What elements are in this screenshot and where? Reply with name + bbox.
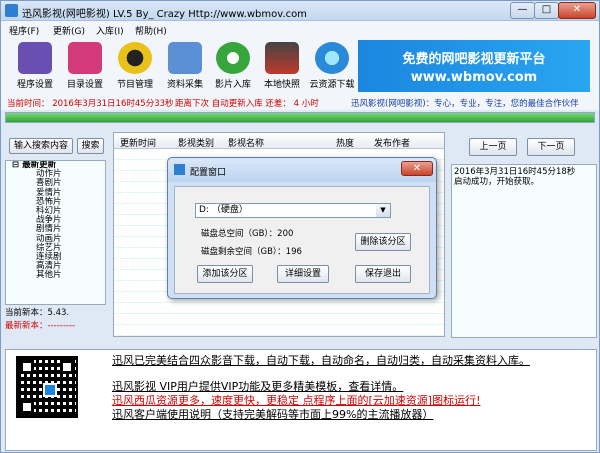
promo-banner[interactable]: 免费的网吧影视更新平台 www.wbmov.com: [358, 40, 590, 92]
config-dialog: 配置窗口 ✕ D: （硬盘） ▼ 磁盘总空间（GB）：200 磁盘剩余空间（GB…: [167, 157, 437, 299]
cloud-download-button[interactable]: 云资源下载: [305, 40, 359, 92]
program-settings-icon: [18, 42, 52, 74]
chevron-down-icon[interactable]: ▼: [376, 204, 390, 217]
program-settings-button[interactable]: 程序设置: [9, 40, 61, 92]
local-snapshot-icon: [265, 42, 299, 74]
minimize-button[interactable]: —: [510, 2, 535, 19]
search-button[interactable]: 搜索: [77, 138, 104, 154]
add-partition-button[interactable]: 添加该分区: [197, 265, 253, 283]
maximize-button[interactable]: □: [534, 2, 559, 19]
dialog-close-button[interactable]: ✕: [401, 161, 433, 176]
current-time: 当前时间： 2016年3月31日16时45分33秒: [7, 99, 174, 109]
disk-total-label: 磁盘总空间（GB）：200: [201, 229, 294, 239]
col-heat[interactable]: 热度: [336, 136, 354, 149]
save-exit-button[interactable]: 保存退出: [355, 265, 411, 283]
latest-version: 最新新本：---------: [5, 321, 76, 331]
progress-bar: [5, 112, 595, 123]
slogan: 迅风影视(网吧影视)：专心，专业，专注，您的最佳合作伙伴: [351, 99, 579, 109]
data-collect-icon: [168, 42, 202, 74]
program-manage-button[interactable]: 节目管理: [109, 40, 161, 92]
title-bar: 迅风影视(网吧影视) LV.5 By_ Crazy Http://www.wbm…: [1, 1, 599, 21]
menu-program[interactable]: 程序(F): [9, 24, 39, 37]
movie-import-button[interactable]: 影片入库: [207, 40, 259, 92]
status-line: 当前时间： 2016年3月31日16时45分33秒 距离下次 自动更新入库 还差…: [1, 94, 599, 110]
list-header: 更新时间 影视类别 影视名称 热度 发布作者: [114, 133, 444, 149]
data-collect-button[interactable]: 资料采集: [159, 40, 211, 92]
tree-item[interactable]: 其他片: [6, 271, 105, 280]
dialog-title-bar: 配置窗口 ✕: [168, 158, 436, 182]
delete-partition-button[interactable]: 删除该分区: [355, 233, 411, 251]
dialog-title: 配置窗口: [190, 168, 227, 178]
search-input[interactable]: 输入搜索内容: [9, 138, 73, 154]
col-title[interactable]: 影视名称: [228, 136, 264, 149]
directory-settings-icon: [68, 42, 102, 74]
current-version: 当前新本：5.43.: [5, 308, 70, 318]
qr-logo-icon: [43, 383, 57, 397]
detail-settings-button[interactable]: 详细设置: [277, 265, 329, 283]
next-update: 距离下次 自动更新入库 还差： 4 小时: [175, 99, 319, 109]
program-manage-icon: [118, 42, 152, 74]
news-link[interactable]: 迅风已完美结合四众影音下载，自动下载，自动命名，自动归类，自动采集资料入库。: [112, 352, 530, 368]
directory-settings-button[interactable]: 目录设置: [59, 40, 111, 92]
menu-import[interactable]: 入库(I): [96, 24, 124, 37]
menu-help[interactable]: 帮助(H): [135, 24, 167, 37]
right-panel: 上一页 下一页 2016年3月31日16时45分18秒 启动成功，开始获取。: [451, 132, 597, 340]
log-line: 启动成功，开始获取。: [454, 177, 540, 187]
dialog-body: D: （硬盘） ▼ 磁盘总空间（GB）：200 磁盘剩余空间（GB）：196 删…: [174, 186, 430, 294]
dialog-app-icon: [174, 164, 185, 175]
news-panel: 迅风已完美结合四众影音下载，自动下载，自动命名，自动归类，自动采集资料入库。 迅…: [5, 349, 597, 451]
local-snapshot-button[interactable]: 本地快照: [256, 40, 308, 92]
next-page-button[interactable]: 下一页: [527, 138, 575, 156]
log-line: 2016年3月31日16时45分18秒: [454, 167, 576, 177]
movie-import-icon: [216, 42, 250, 74]
prev-page-button[interactable]: 上一页: [469, 138, 517, 156]
col-category[interactable]: 影视类别: [178, 136, 214, 149]
app-icon: [5, 4, 18, 17]
col-update-time[interactable]: 更新时间: [120, 136, 156, 149]
window-title: 迅风影视(网吧影视) LV.5 By_ Crazy Http://www.wbm…: [22, 9, 307, 20]
qr-code: [16, 356, 78, 418]
cloud-download-icon: [315, 42, 349, 74]
news-link[interactable]: 迅风客户端使用说明（支持完美解码等市面上99%的主流播放器）: [112, 406, 433, 422]
menu-bar: 程序(F) 更新(G) 入库(I) 帮助(H): [1, 21, 599, 38]
log-panel: 2016年3月31日16时45分18秒 启动成功，开始获取。: [451, 164, 597, 338]
disk-free-label: 磁盘剩余空间（GB）：196: [201, 247, 302, 257]
progress-fill: [6, 113, 594, 122]
main-window: 迅风影视(网吧影视) LV.5 By_ Crazy Http://www.wbm…: [0, 0, 600, 453]
close-button[interactable]: ✕: [558, 2, 596, 19]
col-author[interactable]: 发布作者: [374, 136, 410, 149]
category-tree: ⊟ 最新更新 动作片 喜剧片 爱情片 恐怖片 科幻片 战争片 剧情片 动画片 综…: [5, 160, 106, 305]
menu-update[interactable]: 更新(G): [53, 24, 85, 37]
drive-select[interactable]: D: （硬盘） ▼: [195, 203, 391, 218]
search-area: 输入搜索内容 搜索: [5, 132, 106, 157]
